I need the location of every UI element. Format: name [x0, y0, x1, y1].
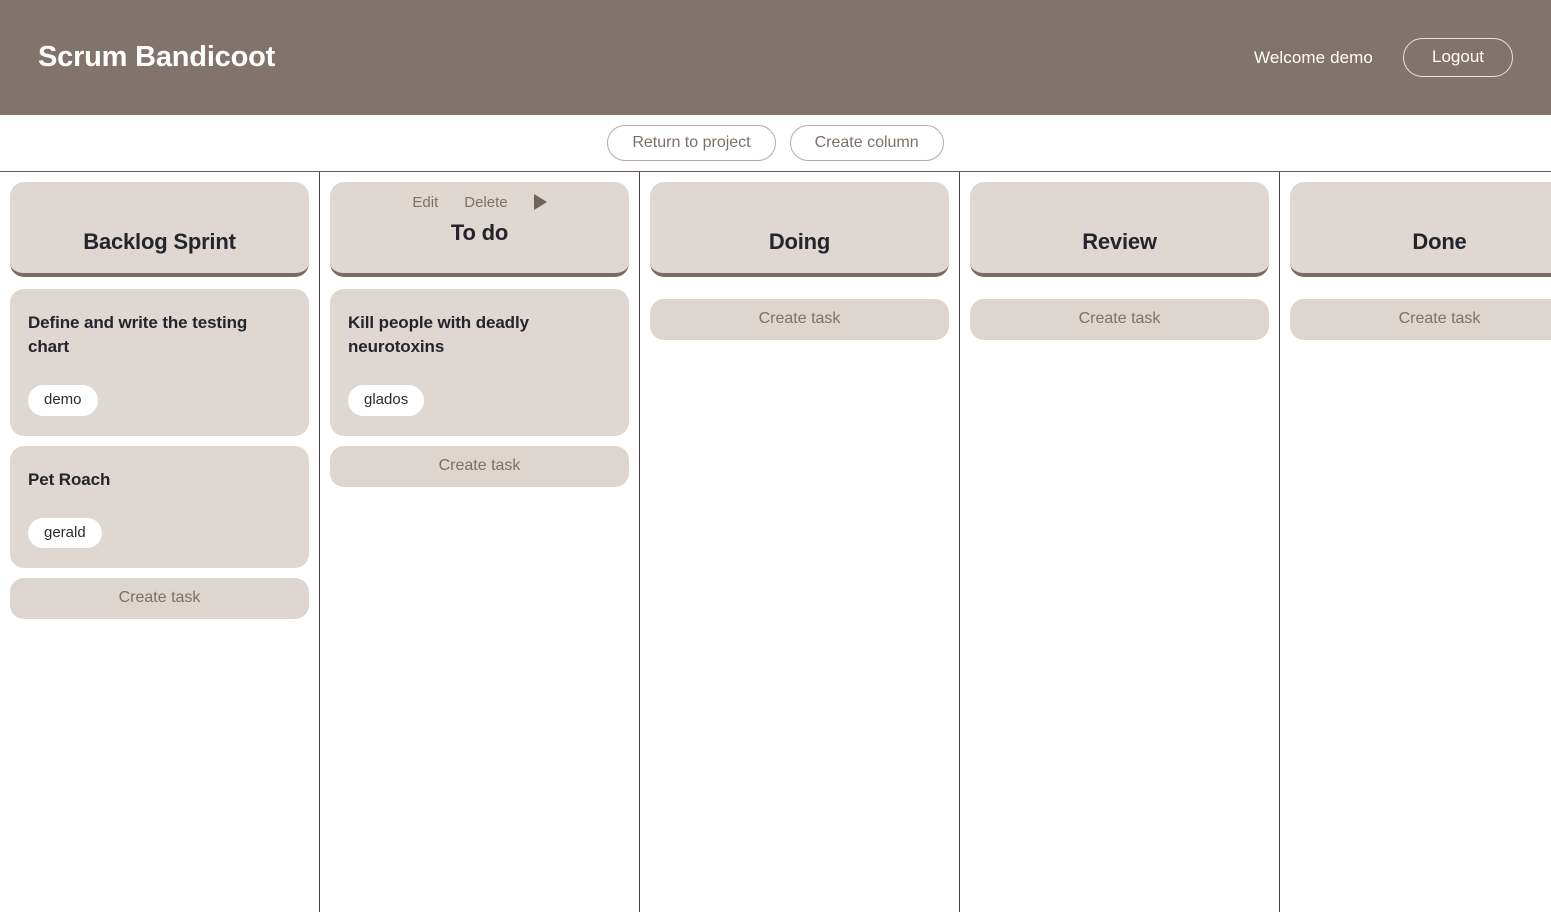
- create-task-button[interactable]: Create task: [1290, 299, 1551, 340]
- column-header: Review: [970, 182, 1269, 277]
- board-columns-container: Backlog Sprint Define and write the testi…: [0, 172, 1551, 912]
- task-list: Define and write the testing chart demo Pe…: [10, 289, 309, 569]
- task-card[interactable]: Pet Roach gerald: [10, 445, 309, 569]
- welcome-text: Welcome demo: [1254, 47, 1373, 67]
- create-column-button[interactable]: Create column: [789, 124, 944, 162]
- app-title: Scrum Bandicoot: [38, 41, 276, 73]
- app-header: Scrum Bandicoot Welcome demo Logout: [0, 0, 1551, 115]
- column-header: Done: [1290, 182, 1551, 277]
- move-right-triangle-icon[interactable]: [533, 194, 547, 210]
- column-title: Backlog Sprint: [83, 228, 236, 254]
- board-toolbar: Return to project Create column: [0, 115, 1551, 172]
- create-task-button[interactable]: Create task: [650, 299, 949, 340]
- header-right-group: Welcome demo Logout: [1254, 38, 1513, 77]
- task-title: Kill people with deadly neurotoxins: [348, 313, 529, 357]
- column-delete-button[interactable]: Delete: [464, 194, 507, 211]
- task-title: Pet Roach: [28, 469, 111, 489]
- task-assignee-badge: gerald: [28, 517, 102, 549]
- return-to-project-button[interactable]: Return to project: [607, 124, 776, 162]
- column-header: Edit Delete To do: [330, 182, 629, 277]
- task-title: Define and write the testing chart: [28, 313, 248, 357]
- board-column: Edit Delete To do Kill people with deadly n…: [320, 172, 640, 912]
- logout-button[interactable]: Logout: [1403, 38, 1513, 77]
- column-title: Done: [1412, 228, 1467, 254]
- column-title: To do: [450, 220, 509, 245]
- column-header: Backlog Sprint: [10, 182, 309, 277]
- column-actions: Edit Delete: [346, 192, 613, 212]
- board-column: Doing Create task: [640, 172, 960, 912]
- task-card[interactable]: Define and write the testing chart demo: [10, 289, 309, 436]
- create-task-button[interactable]: Create task: [970, 299, 1269, 340]
- board-column: Done Create task: [1280, 172, 1551, 912]
- column-title: Review: [1082, 228, 1157, 254]
- task-list: Kill people with deadly neurotoxins glado…: [330, 289, 629, 436]
- column-title: Doing: [768, 228, 831, 254]
- task-card[interactable]: Kill people with deadly neurotoxins glado…: [330, 289, 629, 436]
- task-assignee-badge: demo: [28, 385, 98, 416]
- board-column: Backlog Sprint Define and write the testi…: [0, 172, 320, 912]
- board-column: Review Create task: [960, 172, 1280, 912]
- create-task-button[interactable]: Create task: [330, 445, 629, 487]
- column-header: Doing: [650, 182, 949, 277]
- create-task-button[interactable]: Create task: [10, 578, 309, 620]
- column-edit-button[interactable]: Edit: [412, 194, 438, 211]
- task-assignee-badge: glados: [348, 385, 425, 416]
